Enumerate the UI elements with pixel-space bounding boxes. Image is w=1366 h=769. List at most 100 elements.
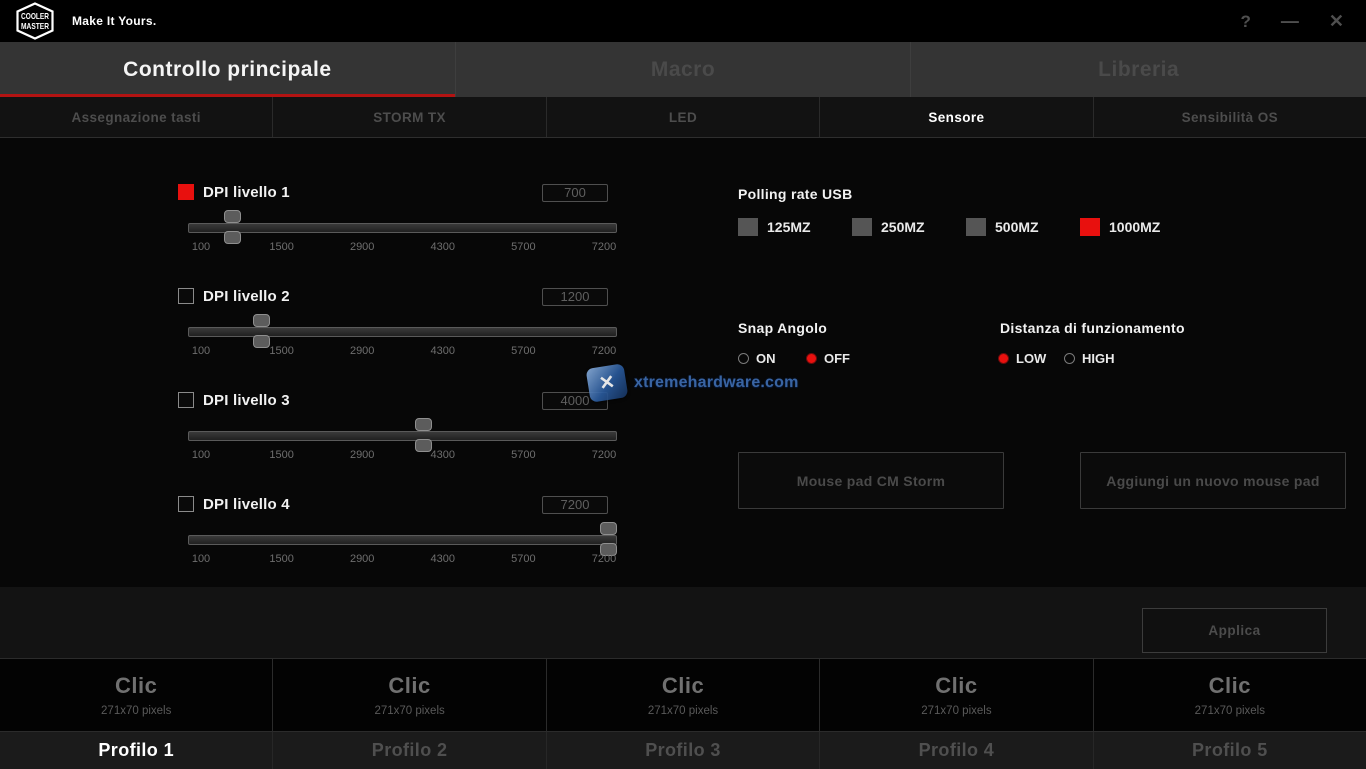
snap-angle-off-option[interactable]: OFF: [806, 351, 850, 366]
snap-angle-options: ON OFF: [738, 351, 998, 367]
window-controls: ? — ✕: [1241, 12, 1352, 30]
title-bar: COOLER MASTER Make It Yours. ? — ✕: [0, 0, 1366, 42]
profile-tab-5[interactable]: Profilo 5: [1094, 732, 1366, 769]
tab-libreria[interactable]: Libreria: [911, 42, 1366, 97]
polling-checkbox[interactable]: [1080, 218, 1100, 236]
button-action-label: Clic: [935, 673, 977, 699]
close-icon[interactable]: ✕: [1329, 12, 1344, 30]
profile-5-button-preview[interactable]: Clic 271x70 pixels: [1094, 659, 1366, 731]
slider-tick-label: 100: [192, 553, 210, 565]
radio-button[interactable]: [1064, 353, 1075, 364]
polling-checkbox[interactable]: [966, 218, 986, 236]
profile-4-button-preview[interactable]: Clic 271x70 pixels: [820, 659, 1093, 731]
svg-text:MASTER: MASTER: [21, 21, 49, 31]
profile-tab-1[interactable]: Profilo 1: [0, 732, 273, 769]
dpi-level-3-slider-handle[interactable]: [415, 418, 433, 452]
slider-tick-label: 7200: [592, 553, 616, 565]
subtab-label: Assegnazione tasti: [71, 110, 200, 125]
add-mousepad-button[interactable]: Aggiungi un nuovo mouse pad: [1080, 452, 1346, 509]
dpi-level-1-slider-track[interactable]: [188, 223, 617, 233]
profile-3-button-preview[interactable]: Clic 271x70 pixels: [547, 659, 820, 731]
sub-tab-bar: Assegnazione tasti STORM TX LED Sensore …: [0, 97, 1366, 138]
button-action-label: Clic: [1209, 673, 1251, 699]
dpi-level-4-label: DPI livello 4: [203, 496, 290, 513]
polling-option-500mz[interactable]: 500MZ: [966, 218, 1039, 236]
polling-option-250mz[interactable]: 250MZ: [852, 218, 925, 236]
polling-option-125mz[interactable]: 125MZ: [738, 218, 811, 236]
button-size-label: 271x70 pixels: [101, 705, 171, 717]
dpi-level-2-scale: 10015002900430057007200: [201, 345, 604, 359]
slider-tick-label: 5700: [511, 241, 535, 253]
tab-label: Libreria: [1098, 58, 1179, 82]
dpi-level-1-slider-handle[interactable]: [224, 210, 242, 244]
subtab-sensore[interactable]: Sensore: [820, 97, 1093, 137]
distance-high-option[interactable]: HIGH: [1064, 351, 1115, 366]
polling-checkbox[interactable]: [852, 218, 872, 236]
xtremehardware-watermark: ✕ xtremehardware.com: [588, 366, 799, 400]
watermark-text: xtremehardware.com: [634, 374, 799, 392]
profile-1-button-preview[interactable]: Clic 271x70 pixels: [0, 659, 273, 731]
profile-tab-4[interactable]: Profilo 4: [820, 732, 1093, 769]
profile-tab-3[interactable]: Profilo 3: [547, 732, 820, 769]
subtab-label: LED: [669, 110, 697, 125]
slider-tick-label: 1500: [269, 449, 293, 461]
slider-tick-label: 7200: [592, 241, 616, 253]
radio-button[interactable]: [806, 353, 817, 364]
help-icon[interactable]: ?: [1241, 13, 1251, 30]
dpi-level-3-checkbox[interactable]: [178, 392, 194, 408]
dpi-level-4-checkbox[interactable]: [178, 496, 194, 512]
dpi-level-2-slider-handle[interactable]: [253, 314, 271, 348]
dpi-level-2-value-input[interactable]: 1200: [542, 288, 608, 306]
slider-tick-label: 4300: [431, 553, 455, 565]
slider-tick-label: 1500: [269, 241, 293, 253]
subtab-sensibilita-os[interactable]: Sensibilità OS: [1094, 97, 1366, 137]
minimize-icon[interactable]: —: [1281, 12, 1299, 30]
slider-tick-label: 2900: [350, 345, 374, 357]
slider-tick-label: 1500: [269, 345, 293, 357]
polling-option-label: 1000MZ: [1109, 219, 1160, 235]
dpi-level-1-label: DPI livello 1: [203, 184, 290, 201]
dpi-level-1-scale: 10015002900430057007200: [201, 241, 604, 255]
profile-2-button-preview[interactable]: Clic 271x70 pixels: [273, 659, 546, 731]
slider-tick-label: 100: [192, 241, 210, 253]
button-size-label: 271x70 pixels: [921, 705, 991, 717]
dpi-level-4-value-input[interactable]: 7200: [542, 496, 608, 514]
dpi-level-2-slider-track[interactable]: [188, 327, 617, 337]
button-action-label: Clic: [662, 673, 704, 699]
mousepad-cm-storm-button[interactable]: Mouse pad CM Storm: [738, 452, 1004, 509]
radio-label: OFF: [824, 351, 850, 366]
dpi-level-4-slider-track[interactable]: [188, 535, 617, 545]
subtab-led[interactable]: LED: [547, 97, 820, 137]
dpi-level-2-checkbox[interactable]: [178, 288, 194, 304]
polling-option-label: 500MZ: [995, 219, 1039, 235]
profile-tab-2[interactable]: Profilo 2: [273, 732, 546, 769]
subtab-assegnazione-tasti[interactable]: Assegnazione tasti: [0, 97, 273, 137]
tab-controllo-principale[interactable]: Controllo principale: [0, 42, 456, 97]
radio-button[interactable]: [998, 353, 1009, 364]
slider-tick-label: 7200: [592, 345, 616, 357]
main-tab-bar: Controllo principale Macro Libreria: [0, 42, 1366, 97]
dpi-level-3-label: DPI livello 3: [203, 392, 290, 409]
radio-label: LOW: [1016, 351, 1046, 366]
dpi-level-1-checkbox[interactable]: [178, 184, 194, 200]
apply-button[interactable]: Applica: [1142, 608, 1327, 653]
button-action-label: Clic: [388, 673, 430, 699]
slider-tick-label: 4300: [431, 449, 455, 461]
slider-tick-label: 2900: [350, 241, 374, 253]
dpi-level-3-slider-track[interactable]: [188, 431, 617, 441]
polling-option-1000mz[interactable]: 1000MZ: [1080, 218, 1160, 236]
dpi-level-1-value-input[interactable]: 700: [542, 184, 608, 202]
radio-button[interactable]: [738, 353, 749, 364]
tab-macro[interactable]: Macro: [456, 42, 912, 97]
radio-label: HIGH: [1082, 351, 1115, 366]
slider-tick-label: 4300: [431, 241, 455, 253]
dpi-level-4-slider-handle[interactable]: [600, 522, 618, 556]
distance-low-option[interactable]: LOW: [998, 351, 1046, 366]
slider-tick-label: 1500: [269, 553, 293, 565]
polling-checkbox[interactable]: [738, 218, 758, 236]
subtab-storm-tx[interactable]: STORM TX: [273, 97, 546, 137]
snap-angle-on-option[interactable]: ON: [738, 351, 776, 366]
distance-options: LOW HIGH: [998, 351, 1298, 367]
sensor-options-column: Polling rate USB 125MZ 250MZ 500MZ 1000M…: [738, 138, 1348, 587]
dpi-level-3-row: DPI livello 3 4000 100150029004300570072…: [178, 392, 619, 464]
